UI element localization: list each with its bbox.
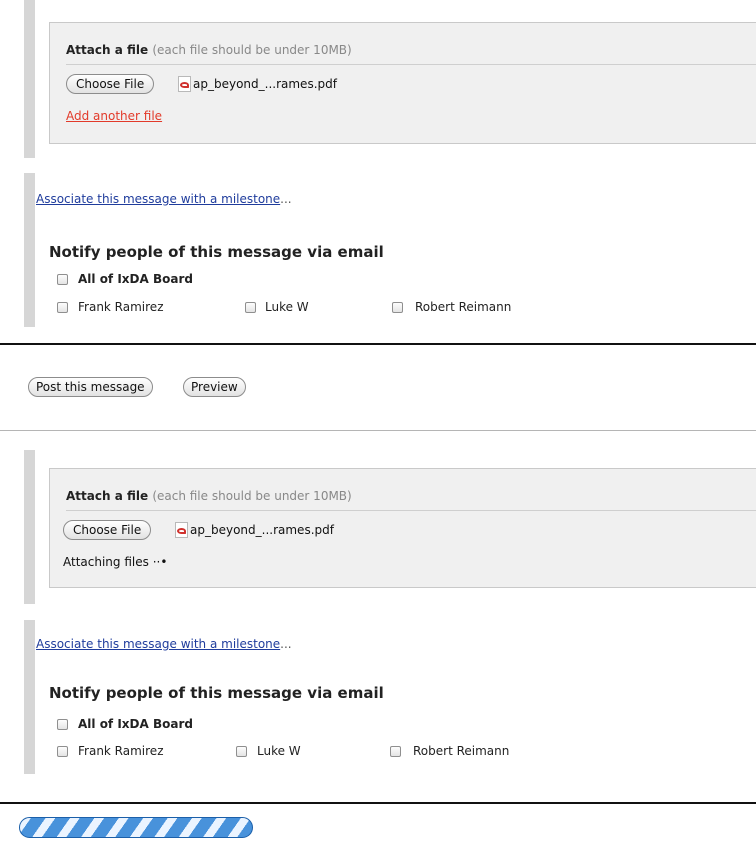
attaching-status: Attaching files ··•	[63, 555, 167, 569]
attach-file-title: Attach a file	[66, 489, 149, 503]
section-divider	[0, 802, 756, 804]
pdf-file-icon	[178, 76, 191, 92]
attach-file-title: Attach a file	[66, 43, 149, 57]
recipient-label-robert: Robert Reimann	[413, 744, 510, 758]
choose-file-button[interactable]: Choose File	[66, 74, 155, 94]
milestone-row: Associate this message with a milestone.…	[36, 637, 292, 651]
selected-file-name: ap_beyond_...rames.pdf	[190, 523, 334, 537]
associate-milestone-link[interactable]: Associate this message with a milestone	[36, 192, 280, 206]
upload-progress-bar	[19, 817, 253, 838]
recipient-checkbox-frank[interactable]	[57, 302, 68, 313]
attach-file-note: (each file should be under 10MB)	[152, 43, 352, 57]
attach-file-box: Attach a file (each file should be under…	[49, 468, 756, 588]
pdf-file-icon	[175, 522, 188, 538]
recipient-label-all: All of IxDA Board	[78, 272, 193, 286]
recipient-label-all: All of IxDA Board	[78, 717, 193, 731]
section-divider	[0, 430, 756, 431]
left-margin-bar	[24, 0, 35, 158]
recipient-label-frank: Frank Ramirez	[78, 744, 164, 758]
recipient-label-frank: Frank Ramirez	[78, 300, 164, 314]
attaching-label: Attaching files	[63, 555, 149, 569]
notify-heading: Notify people of this message via email	[49, 684, 384, 702]
recipient-checkbox-all[interactable]	[57, 274, 68, 285]
add-another-file-link[interactable]: Add another file	[66, 109, 162, 123]
recipient-checkbox-frank[interactable]	[57, 746, 68, 757]
attach-divider	[66, 64, 756, 65]
choose-file-button[interactable]: Choose File	[63, 520, 152, 540]
milestone-row: Associate this message with a milestone.…	[36, 192, 292, 206]
selected-file-name: ap_beyond_...rames.pdf	[193, 77, 337, 91]
recipient-label-luke: Luke W	[257, 744, 301, 758]
attach-file-box: Attach a file (each file should be under…	[49, 22, 756, 144]
recipient-checkbox-luke[interactable]	[236, 746, 247, 757]
associate-milestone-link[interactable]: Associate this message with a milestone	[36, 637, 280, 651]
recipient-label-robert: Robert Reimann	[415, 300, 512, 314]
preview-button[interactable]: Preview	[183, 377, 246, 397]
milestone-ellipsis: ...	[280, 637, 292, 651]
recipient-checkbox-robert[interactable]	[392, 302, 403, 313]
upload-progress-fill	[20, 818, 252, 837]
left-margin-bar	[24, 450, 35, 604]
attach-divider	[66, 510, 756, 511]
recipient-checkbox-luke[interactable]	[245, 302, 256, 313]
recipient-label-luke: Luke W	[265, 300, 309, 314]
post-message-button[interactable]: Post this message	[28, 377, 153, 397]
recipient-checkbox-robert[interactable]	[390, 746, 401, 757]
notify-heading: Notify people of this message via email	[49, 243, 384, 261]
left-margin-bar	[24, 620, 35, 774]
left-margin-bar	[24, 173, 35, 327]
attaching-spinner-dots: ··•	[152, 555, 168, 569]
recipient-checkbox-all[interactable]	[57, 719, 68, 730]
milestone-ellipsis: ...	[280, 192, 292, 206]
attach-file-heading: Attach a file (each file should be under…	[66, 43, 352, 57]
section-divider	[0, 343, 756, 345]
attach-file-heading: Attach a file (each file should be under…	[66, 489, 352, 503]
attach-file-note: (each file should be under 10MB)	[152, 489, 352, 503]
